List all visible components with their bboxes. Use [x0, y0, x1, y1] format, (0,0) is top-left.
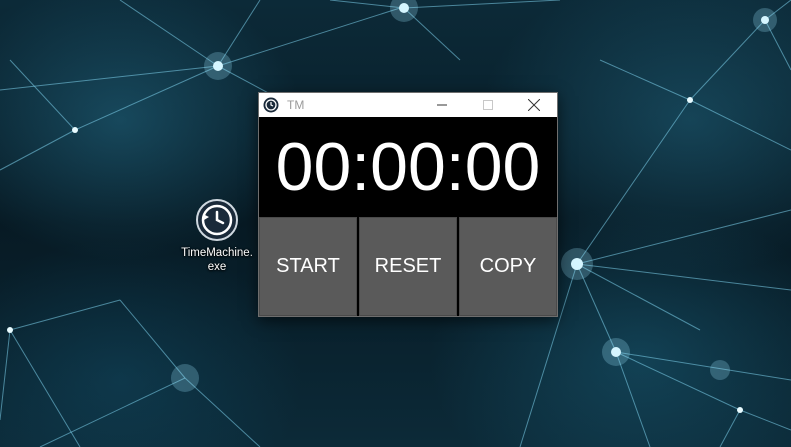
timer-display: 00:00:00 — [275, 129, 541, 205]
close-icon — [528, 99, 540, 111]
close-button[interactable] — [511, 93, 557, 117]
maximize-icon — [483, 100, 493, 110]
maximize-button[interactable] — [465, 93, 511, 117]
window-titlebar[interactable]: TM — [259, 93, 557, 117]
desktop-background: TimeMachine.exe TM 00:00:00 START RESET … — [0, 0, 791, 447]
history-clock-icon — [196, 199, 238, 241]
desktop-icon-label: TimeMachine.exe — [181, 247, 253, 273]
timer-window: TM 00:00:00 START RESET COPY — [258, 92, 558, 317]
minimize-icon — [437, 104, 447, 106]
copy-button[interactable]: COPY — [459, 217, 557, 316]
desktop-icon-timemachine[interactable]: TimeMachine.exe — [178, 198, 256, 274]
minimize-button[interactable] — [419, 93, 465, 117]
app-clock-icon — [263, 97, 279, 113]
reset-button[interactable]: RESET — [359, 217, 457, 316]
button-row: START RESET COPY — [259, 217, 557, 316]
start-button[interactable]: START — [259, 217, 357, 316]
window-title: TM — [287, 98, 305, 112]
